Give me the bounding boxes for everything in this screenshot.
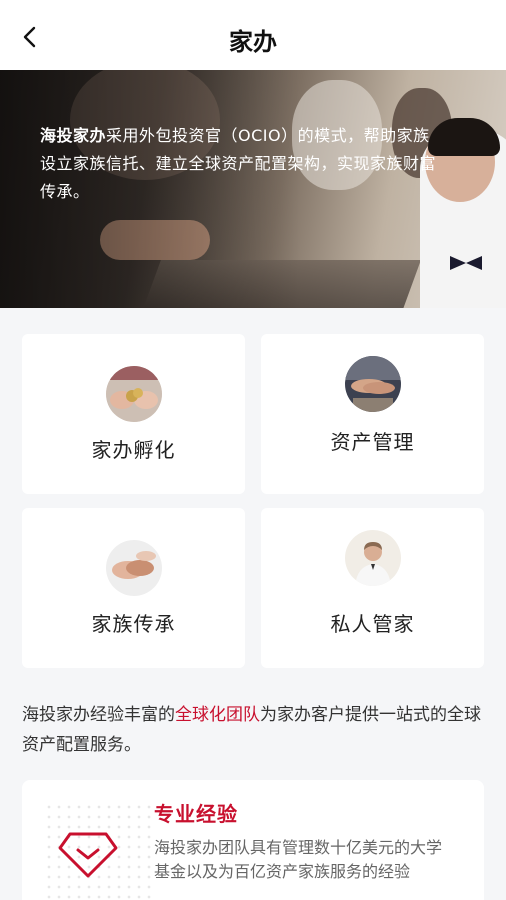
- service-label: 私人管家: [330, 612, 415, 636]
- service-label: 家族传承: [91, 612, 176, 636]
- service-label: 家办孵化: [91, 438, 176, 462]
- coins-hands-icon: [105, 366, 162, 422]
- butler-icon: [344, 530, 401, 586]
- hero-brand: 海投家办: [40, 126, 107, 145]
- hero-banner: 海投家办采用外包投资官（OCIO）的模式，帮助家族设立家族信托、建立全球资产配置…: [0, 70, 506, 308]
- feature-title: 专业经验: [154, 802, 238, 826]
- handshake-icon: [344, 356, 401, 412]
- service-card-asset-management[interactable]: 资产管理: [261, 334, 484, 494]
- diamond-icon: [58, 832, 118, 878]
- nav-bar: 家办: [0, 0, 506, 70]
- holding-hands-icon: [105, 540, 162, 596]
- feature-card: 专业经验 海投家办团队具有管理数十亿美元的大学基金以及为百亿资产家族服务的经验: [22, 780, 484, 900]
- service-card-inheritance[interactable]: 家族传承: [22, 508, 245, 668]
- service-card-incubation[interactable]: 家办孵化: [22, 334, 245, 494]
- page-title: 家办: [229, 28, 277, 56]
- summary-text: 海投家办经验丰富的全球化团队为家办客户提供一站式的全球资产配置服务。: [22, 700, 492, 760]
- hero-description: 海投家办采用外包投资官（OCIO）的模式，帮助家族设立家族信托、建立全球资产配置…: [40, 122, 440, 206]
- service-card-butler[interactable]: 私人管家: [261, 508, 484, 668]
- summary-highlight: 全球化团队: [175, 705, 260, 725]
- summary-prefix: 海投家办经验丰富的: [22, 705, 175, 725]
- service-label: 资产管理: [330, 430, 415, 454]
- feature-description: 海投家办团队具有管理数十亿美元的大学基金以及为百亿资产家族服务的经验: [154, 838, 443, 881]
